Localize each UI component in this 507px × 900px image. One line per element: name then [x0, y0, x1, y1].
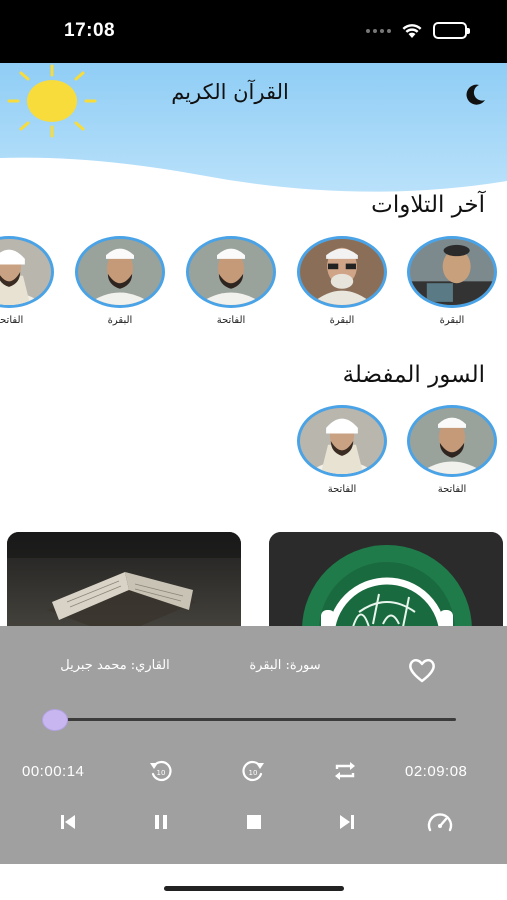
previous-button[interactable] [53, 807, 83, 837]
status-time: 17:08 [64, 20, 116, 41]
forward-10-icon: 10 [242, 760, 264, 782]
stop-button[interactable] [239, 807, 269, 837]
stop-icon [247, 815, 261, 829]
surah-name-label: البقرة [439, 315, 465, 326]
home-indicator[interactable] [164, 886, 344, 891]
header: القرآن الكريم [0, 63, 507, 193]
reciter-avatar-item[interactable]: البقرة [296, 236, 388, 326]
elapsed-time: 00:00:14 [22, 763, 85, 780]
progress-track[interactable] [54, 718, 456, 721]
reciter-avatar-item[interactable]: الفاتحة [185, 236, 277, 326]
reciter-portrait [407, 236, 497, 308]
reciter-portrait [186, 236, 276, 308]
cellular-signal-icon [366, 28, 391, 33]
reciter-avatar-item[interactable]: الفاتحة [406, 405, 498, 495]
status-icons [366, 22, 470, 39]
reciter-avatar-item[interactable]: البقرة [74, 236, 166, 326]
surah-name-label: البقرة [107, 315, 133, 326]
skip-next-icon [340, 815, 354, 829]
status-bar: 17:08 [0, 0, 507, 63]
skip-previous-icon [61, 815, 75, 829]
reciter-portrait [75, 236, 165, 308]
total-time: 02:09:08 [405, 763, 468, 780]
pause-button[interactable] [146, 807, 176, 837]
recent-list[interactable]: البقرة البقرة الفاتحة البقرة الفاتحة [0, 236, 507, 336]
reciter-avatar-item[interactable]: البقرة [406, 236, 498, 326]
svg-text:10: 10 [157, 769, 166, 777]
current-surah: سورة: البقرة [249, 658, 321, 673]
pause-icon [155, 815, 167, 829]
current-reciter: القاري: محمد جبريل [60, 658, 170, 673]
svg-text:10: 10 [249, 769, 258, 777]
reciter-portrait [407, 405, 497, 477]
reciter-portrait [297, 236, 387, 308]
surah-name-label: الفاتحة [327, 484, 357, 495]
favorites-list[interactable]: الفاتحة الفاتحة [0, 405, 507, 505]
heart-icon[interactable] [407, 656, 437, 684]
repeat-icon [335, 762, 355, 780]
moon-icon[interactable] [462, 80, 490, 108]
progress-thumb[interactable] [41, 709, 68, 731]
rewind-10-button[interactable]: 10 [146, 756, 176, 786]
surah-name-label: البقرة [329, 315, 355, 326]
home-indicator-area [0, 864, 507, 900]
reciter-portrait [0, 236, 54, 308]
app-screen: 17:08 القرآن الكريم آخر التلاوات البقرة … [0, 0, 507, 900]
reciter-portrait [297, 405, 387, 477]
speedometer-icon [427, 813, 453, 832]
reciter-avatar-item[interactable]: الفاتحة [296, 405, 388, 495]
audio-player: سورة: البقرة القاري: محمد جبريل 00:00:14… [0, 626, 507, 864]
forward-10-button[interactable]: 10 [238, 756, 268, 786]
rewind-10-icon: 10 [150, 760, 172, 782]
surah-name-label: الفاتحة [0, 315, 24, 326]
surah-name-label: الفاتحة [216, 315, 246, 326]
wifi-icon [402, 23, 422, 38]
battery-icon [433, 22, 470, 39]
reciter-avatar-item[interactable]: الفاتحة [0, 236, 55, 326]
recent-section-title: آخر التلاوات [371, 192, 485, 218]
app-title: القرآن الكريم [171, 80, 289, 104]
favorites-section-title: السور المفضلة [342, 362, 485, 388]
surah-name-label: الفاتحة [437, 484, 467, 495]
repeat-button[interactable] [330, 756, 360, 786]
playback-speed-button[interactable] [425, 807, 455, 837]
next-button[interactable] [332, 807, 362, 837]
